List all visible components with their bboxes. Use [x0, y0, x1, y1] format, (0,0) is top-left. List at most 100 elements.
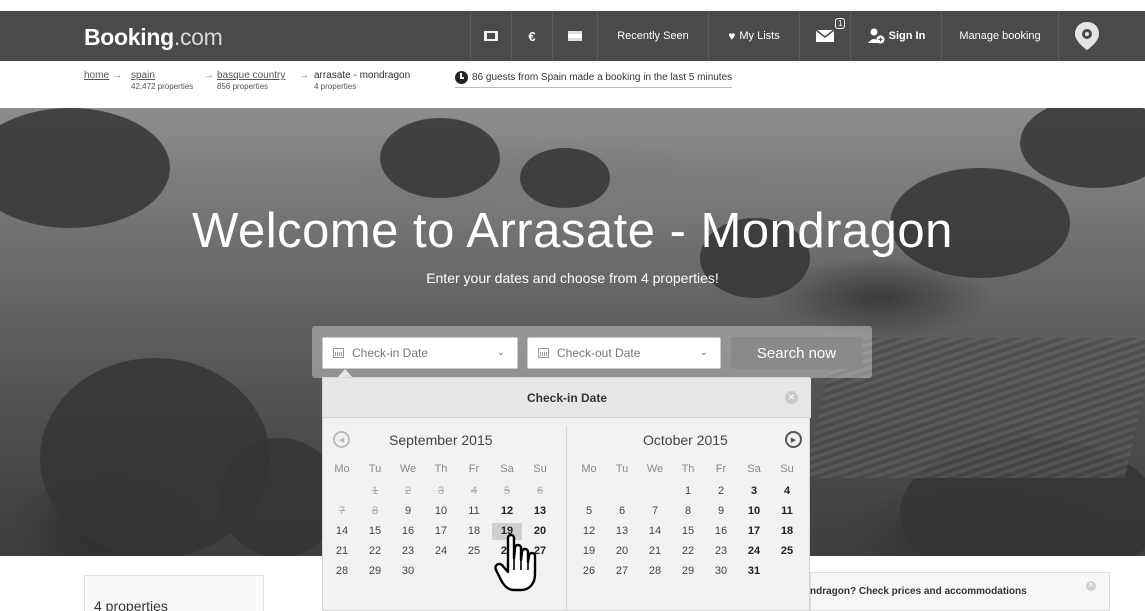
check-prices-text: ndragon? Check prices and accommodations: [810, 586, 1027, 597]
map-pin-button[interactable]: [1059, 11, 1115, 61]
calendar-day[interactable]: 9: [393, 503, 423, 520]
breadcrumb-link[interactable]: spain: [131, 70, 155, 81]
weekday-header: Fr: [468, 463, 480, 475]
close-icon[interactable]: ✕: [1086, 581, 1096, 591]
calendar-day[interactable]: 18: [772, 523, 802, 540]
calendar-day[interactable]: 28: [327, 563, 357, 580]
calendar-day[interactable]: 24: [426, 543, 456, 560]
calendar-day[interactable]: 4: [772, 483, 802, 500]
calendar-day[interactable]: 7: [640, 503, 670, 520]
calendar-day[interactable]: 13: [525, 503, 555, 520]
calendar-title: Check-in Date: [323, 378, 811, 418]
calendar-day[interactable]: 21: [640, 543, 670, 560]
breadcrumb-link[interactable]: home: [84, 70, 109, 81]
calendar-day[interactable]: 9: [706, 503, 736, 520]
calendar-day[interactable]: 28: [640, 563, 670, 580]
calendar-day[interactable]: 1: [673, 483, 703, 500]
calendar-day[interactable]: 30: [393, 563, 423, 580]
chevron-down-icon: ⌄: [496, 347, 505, 358]
next-month-button[interactable]: ▶: [785, 431, 802, 448]
calendar-day[interactable]: 27: [607, 563, 637, 580]
calendar-day[interactable]: 10: [426, 503, 456, 520]
breadcrumb-item-basque-country[interactable]: basque country 856 properties: [217, 70, 285, 91]
weekday-header: Fr: [715, 463, 727, 475]
previous-month-button[interactable]: ◀: [333, 431, 350, 448]
calendar-icon: [538, 348, 549, 358]
calendar-day[interactable]: 3: [739, 483, 769, 500]
property-count: 4 properties: [314, 82, 357, 91]
calendar-day[interactable]: 24: [739, 543, 769, 560]
weekday-header: Mo: [581, 463, 597, 475]
calendar-day[interactable]: 29: [360, 563, 390, 580]
calendar-icon: [333, 348, 344, 358]
calendar-day[interactable]: 14: [327, 523, 357, 540]
currency-selector-button[interactable]: €: [512, 11, 552, 61]
calendar-day[interactable]: 15: [360, 523, 390, 540]
flag-icon: [568, 31, 582, 41]
calendar-day[interactable]: 13: [607, 523, 637, 540]
calendar-day[interactable]: 30: [706, 563, 736, 580]
calendar-day[interactable]: 23: [706, 543, 736, 560]
recently-seen-link[interactable]: Recently Seen: [598, 11, 708, 61]
booking-logo[interactable]: Booking.com: [84, 24, 223, 51]
manage-booking-link[interactable]: Manage booking: [942, 11, 1058, 61]
calendar-day[interactable]: 23: [393, 543, 423, 560]
envelope-icon: [816, 30, 834, 42]
weekday-header: We: [399, 463, 417, 475]
weekday-header: We: [646, 463, 664, 475]
breadcrumb-arrow: →: [204, 70, 214, 81]
my-lists-link[interactable]: ♥ My Lists: [709, 11, 799, 61]
breadcrumb-item-home[interactable]: home: [84, 70, 109, 81]
calendar-day[interactable]: 25: [772, 543, 802, 560]
calendar-day[interactable]: 5: [574, 503, 604, 520]
country-flag-button[interactable]: [553, 11, 597, 61]
calendar-day[interactable]: 12: [574, 523, 604, 540]
calendar-day[interactable]: 10: [739, 503, 769, 520]
calendar-day: 4: [470, 485, 478, 497]
breadcrumb-link[interactable]: basque country: [217, 70, 285, 81]
calendar-day[interactable]: 21: [327, 543, 357, 560]
close-icon[interactable]: ✕: [785, 391, 798, 404]
calendar-day: 5: [503, 485, 511, 497]
checkout-date-field[interactable]: Check-out Date ⌄: [527, 337, 721, 369]
calendar-day[interactable]: 16: [393, 523, 423, 540]
map-pin-icon: [1075, 22, 1099, 50]
calendar-day[interactable]: 31: [739, 563, 769, 580]
calendar-day[interactable]: 11: [459, 503, 489, 520]
calendar-day[interactable]: 14: [640, 523, 670, 540]
results-count-box: 4 properties: [84, 575, 264, 611]
calendar-day[interactable]: 15: [673, 523, 703, 540]
calendar-day[interactable]: 25: [459, 543, 489, 560]
checkin-date-field[interactable]: Check-in Date ⌄: [322, 337, 518, 369]
calendar-day[interactable]: 26: [574, 563, 604, 580]
weekday-header: Th: [681, 463, 695, 475]
breadcrumb-item-current: arrasate - mondragon 4 properties: [314, 70, 410, 91]
calendar-day[interactable]: 16: [706, 523, 736, 540]
calendar-day[interactable]: 2: [706, 483, 736, 500]
inbox-button[interactable]: 1: [800, 11, 850, 61]
calendar-day[interactable]: 17: [426, 523, 456, 540]
calendar-day[interactable]: 8: [673, 503, 703, 520]
calendar-day[interactable]: 22: [360, 543, 390, 560]
breadcrumb-item-spain[interactable]: spain 42,472 properties: [131, 70, 193, 91]
calendar-day[interactable]: 17: [739, 523, 769, 540]
chevron-down-icon: ⌄: [699, 347, 708, 358]
calendar-day: 6: [536, 485, 544, 497]
property-count: 42,472 properties: [131, 82, 194, 91]
breadcrumb-arrow: →: [299, 70, 309, 81]
calendar-day[interactable]: 12: [492, 503, 522, 520]
calendar-day[interactable]: 29: [673, 563, 703, 580]
sign-in-button[interactable]: Sign In: [851, 11, 941, 61]
language-selector-button[interactable]: [471, 11, 511, 61]
page: Booking.com € Recently Seen ♥ My Lists 1…: [0, 0, 1145, 611]
weekday-header: Sa: [500, 463, 514, 475]
calendar-day[interactable]: 18: [459, 523, 489, 540]
calendar-day[interactable]: 6: [607, 503, 637, 520]
calendar-day[interactable]: 22: [673, 543, 703, 560]
calendar-day[interactable]: 19: [574, 543, 604, 560]
search-button[interactable]: Search now: [731, 337, 862, 369]
brand-name: Booking: [84, 24, 174, 50]
calendar-day[interactable]: 11: [772, 503, 802, 520]
clock-icon: [455, 71, 468, 84]
calendar-day[interactable]: 20: [607, 543, 637, 560]
